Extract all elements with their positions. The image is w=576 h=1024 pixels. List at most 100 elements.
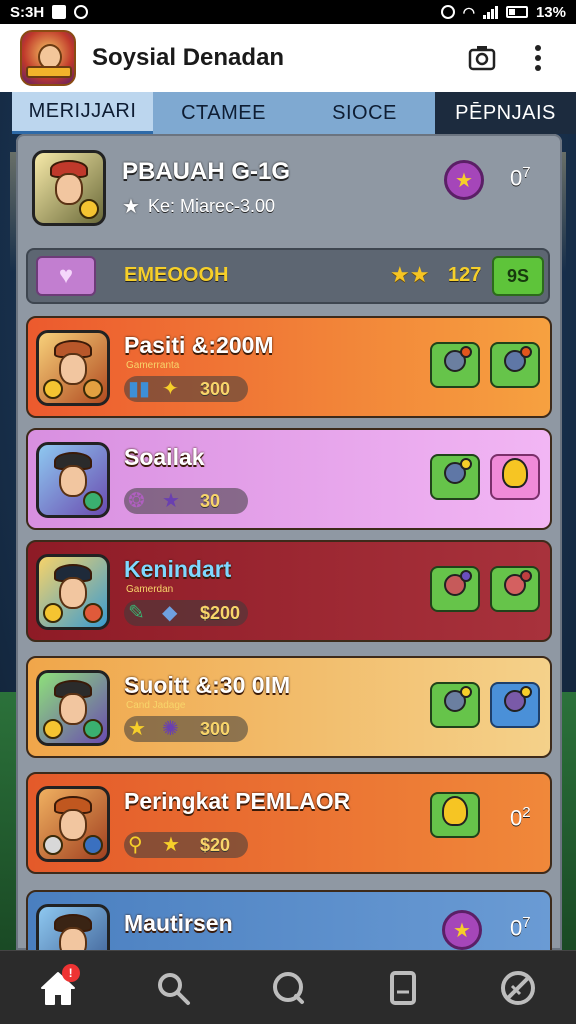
bell-icon (442, 796, 468, 826)
settings-icon (501, 970, 536, 1005)
star-badge-icon[interactable]: ★ (442, 910, 482, 950)
highlight-action-button[interactable]: 9S (492, 256, 544, 296)
bars-icon: ▮▮ (128, 378, 151, 400)
tab-pepnjais[interactable]: PĒPNJAIS (435, 92, 576, 134)
tab-label: CTAMEE (181, 101, 266, 124)
camera-button[interactable] (464, 40, 500, 76)
card-count: 02 (510, 804, 531, 831)
count-sup: 2 (522, 804, 531, 821)
badge-dot (460, 458, 472, 470)
badge-icon (43, 835, 63, 855)
card-stat: $20 (200, 835, 231, 855)
reward-tile[interactable] (490, 454, 540, 500)
avatar-face (55, 172, 83, 205)
avatar-face (59, 692, 87, 725)
avatar (36, 554, 110, 630)
profile-name: PBAUAH G-1G (122, 158, 291, 185)
avatar (36, 670, 110, 746)
status-bar: S:3H ◠ 13% (0, 0, 576, 24)
card-stat: 300 (200, 719, 231, 739)
tab-bar: MERIJJARI CTAMEE SIOCE PĒPNJAIS (12, 92, 576, 148)
profile-header[interactable]: PBAUAH G-1G ★ Ke: Miarec-3.00 ★ 07 (32, 150, 552, 236)
nav-home[interactable]: ! (28, 958, 88, 1018)
ring-icon: ❂ (128, 490, 145, 512)
avatar (36, 904, 110, 950)
star-badge-icon[interactable]: ★ (444, 160, 484, 200)
tab-merijjari[interactable]: MERIJJARI (12, 92, 153, 134)
list-item[interactable]: Mautirsen ★ 07 (26, 890, 552, 950)
card-title: Pasiti &:200M (124, 332, 274, 358)
badge-dot (520, 686, 532, 698)
card-stat: 300 (200, 379, 231, 399)
card-title: Suoitt &:30 0IM (124, 672, 291, 698)
app-logo[interactable] (20, 30, 76, 86)
list-item[interactable]: Peringkat PEMLAOR ⚲ ★ $20 02 (26, 772, 552, 874)
count-sup: 7 (522, 914, 531, 931)
badge-dot (520, 346, 532, 358)
list-item[interactable]: Kenindart Gamerdan ✎ ◆ $200 (26, 540, 552, 642)
reward-tile[interactable] (430, 682, 480, 728)
heart-icon: ♥ (36, 256, 96, 296)
badge-dot (520, 570, 532, 582)
battery-percent: 13% (535, 3, 566, 21)
reward-tile[interactable] (430, 454, 480, 500)
more-menu-button[interactable] (520, 40, 556, 76)
star-icon (43, 719, 63, 739)
card-count: 07 (510, 914, 531, 941)
coin-icon (83, 603, 103, 623)
signal-icon (482, 5, 498, 19)
gem-icon: ◆ (162, 602, 178, 624)
tab-label: SIOCE (332, 101, 397, 124)
badge-dot (460, 686, 472, 698)
reward-tile[interactable] (490, 682, 540, 728)
reward-tile[interactable] (490, 342, 540, 388)
profile-count: 07 (510, 164, 531, 191)
profile-subtitle: ★ Ke: Miarec-3.00 (122, 194, 275, 219)
count-value: 0 (510, 805, 523, 831)
tab-ctamee[interactable]: CTAMEE (153, 92, 294, 134)
card-title: Soailak (124, 444, 205, 470)
tab-label: PĒPNJAIS (455, 101, 556, 124)
card-title: Peringkat PEMLAOR (124, 788, 351, 814)
hotspot-icon (440, 5, 455, 19)
nav-settings[interactable] (488, 958, 548, 1018)
reward-tile[interactable] (490, 566, 540, 612)
home-badge: ! (61, 963, 80, 982)
sync-icon (74, 5, 89, 19)
nav-search[interactable] (143, 958, 203, 1018)
logo-ribbon (26, 66, 72, 78)
list-item[interactable]: Soailak ❂ ★ 30 (26, 428, 552, 530)
avatar-face (59, 352, 87, 385)
nav-document[interactable] (373, 958, 433, 1018)
avatar (32, 150, 106, 226)
reward-tile[interactable] (430, 792, 480, 838)
avatar-face (59, 808, 87, 841)
list-item[interactable]: Pasiti &:200M Gamerranta ▮▮ ✦ 300 (26, 316, 552, 418)
star-icon: ★ (162, 490, 180, 512)
more-vert-icon (535, 45, 541, 71)
list-item[interactable]: Suoitt &:30 0IM Cand Jadage ★ ✺ 300 (26, 656, 552, 758)
gem-icon: ✺ (162, 718, 179, 740)
card-title: Kenindart (124, 556, 232, 582)
reward-tile[interactable] (430, 566, 480, 612)
highlight-row[interactable]: ♥ EMEOOOH ★★ 127 9S (26, 248, 550, 304)
gem-icon (83, 835, 103, 855)
avatar-face (59, 926, 87, 950)
count-sup: 7 (522, 164, 531, 181)
tab-label: MERIJJARI (28, 100, 137, 122)
status-time: S:3H (10, 3, 45, 21)
card-stat: $200 (200, 603, 241, 623)
badge-dot (460, 570, 472, 582)
coin-icon (79, 199, 99, 219)
reward-tile[interactable] (430, 342, 480, 388)
coin-icon (83, 379, 103, 399)
nav-chat[interactable] (258, 958, 318, 1018)
camera-icon (468, 46, 496, 71)
gem-icon (83, 491, 103, 511)
tab-sioce[interactable]: SIOCE (294, 92, 435, 148)
leaderboard-panel: PBAUAH G-1G ★ Ke: Miarec-3.00 ★ 07 ♥ EME… (16, 134, 562, 950)
trophy-icon: ✦ (162, 378, 179, 400)
document-icon (390, 970, 417, 1005)
star-icon: ★ (122, 196, 140, 218)
profile-subtitle-text: Ke: Miarec-3.00 (147, 196, 275, 216)
